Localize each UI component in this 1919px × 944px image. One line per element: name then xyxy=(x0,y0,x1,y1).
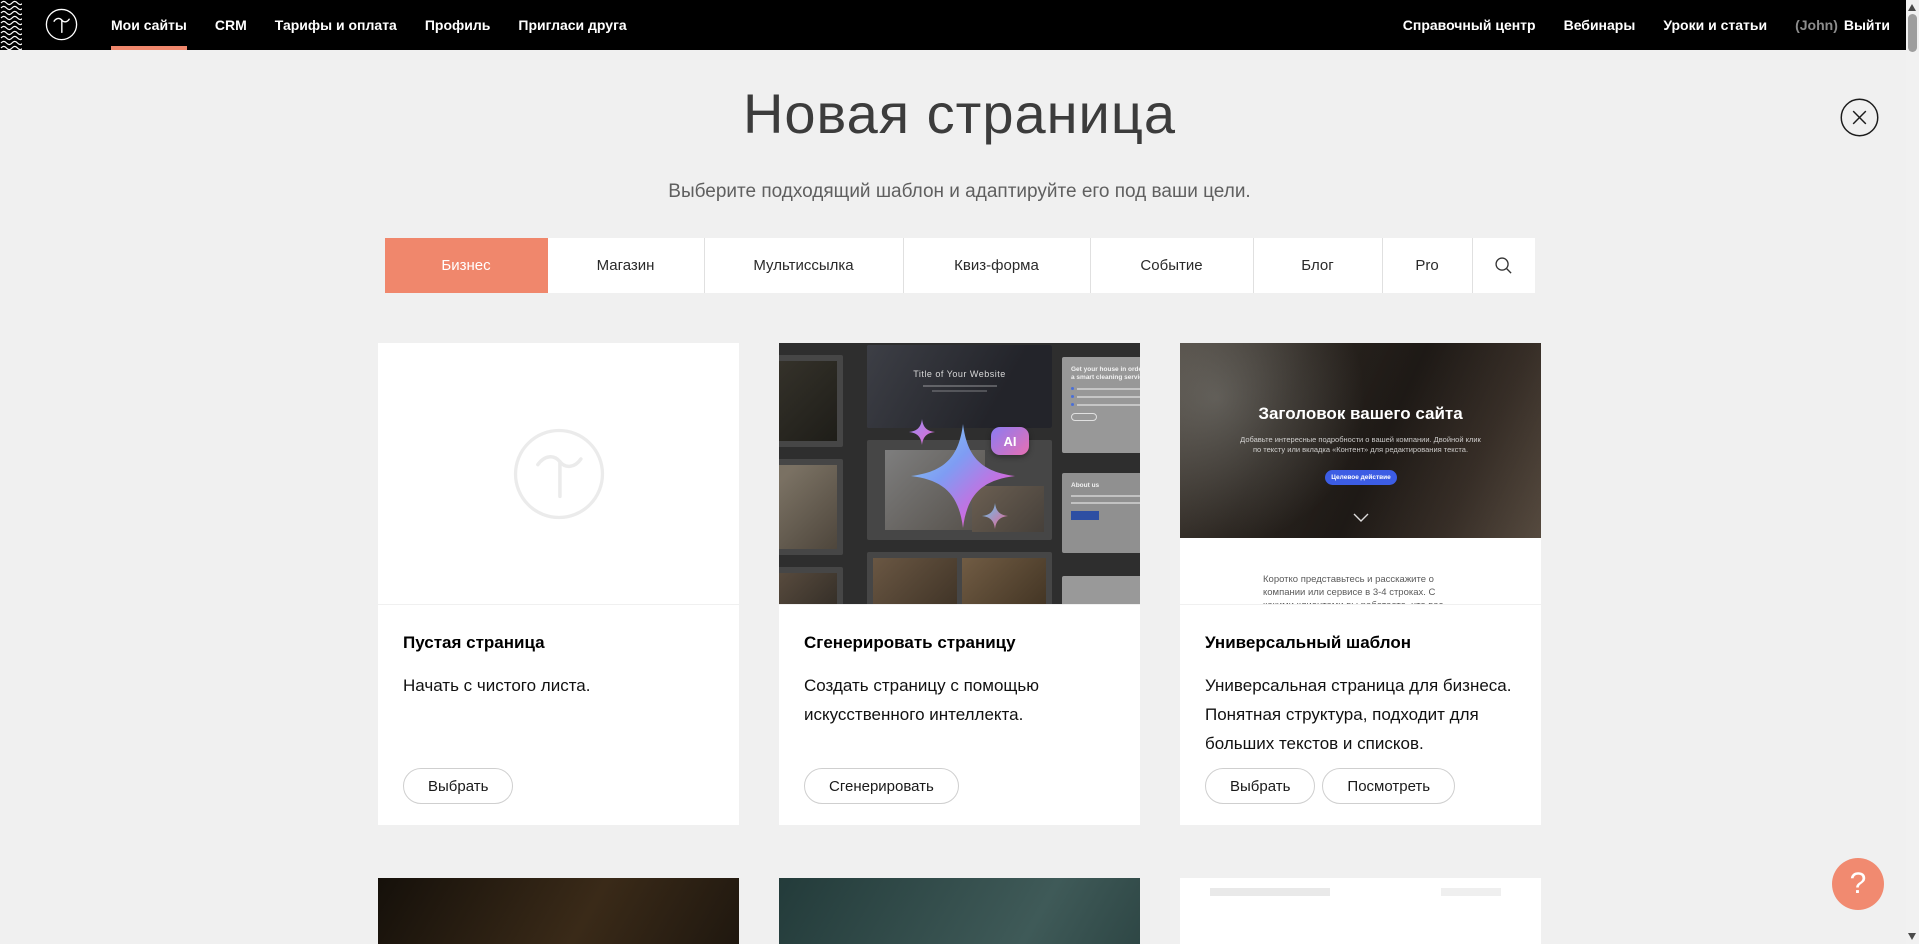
help-button[interactable]: ? xyxy=(1832,858,1884,910)
template-thumbnail: Title of Your Website xyxy=(867,345,1052,428)
card-row2-3 xyxy=(1180,878,1541,944)
template-thumbnail xyxy=(779,355,843,447)
template-preview[interactable] xyxy=(378,878,739,944)
active-nav-underline xyxy=(111,46,187,50)
hero-cta-button: Целевое действие xyxy=(1325,470,1397,485)
template-category-tabs: Бизнес Магазин Мультиссылка Квиз-форма С… xyxy=(385,238,1535,293)
tab-pro[interactable]: Pro xyxy=(1383,238,1473,293)
page-title: Новая страница xyxy=(0,86,1919,142)
secondary-nav: Справочный центр Вебинары Уроки и статьи… xyxy=(1403,0,1890,50)
tab-multilink[interactable]: Мультиссылка xyxy=(705,238,904,293)
thumbnail-heading: Get your house in order with a smart cle… xyxy=(1071,366,1140,382)
template-thumbnail: About us xyxy=(1062,473,1140,553)
card-row2-1 xyxy=(378,878,739,944)
user-name: (John) xyxy=(1795,17,1838,33)
template-hero: Заголовок вашего сайта Добавьте интересн… xyxy=(1180,343,1541,538)
tab-blog[interactable]: Блог xyxy=(1254,238,1383,293)
page-subtitle: Выберите подходящий шаблон и адаптируйте… xyxy=(0,182,1919,201)
search-icon xyxy=(1494,256,1513,275)
template-grid: Пустая страница Начать с чистого листа. … xyxy=(378,343,1541,944)
question-icon: ? xyxy=(1850,867,1867,901)
template-thumbnail xyxy=(1062,576,1140,605)
logout-label: Выйти xyxy=(1844,17,1890,33)
card-row2-2 xyxy=(779,878,1140,944)
chevron-down-icon xyxy=(1353,513,1369,523)
blank-page-preview[interactable] xyxy=(378,343,739,605)
nav-profile[interactable]: Профиль xyxy=(425,0,491,50)
hero-subtitle: Добавьте интересные подробности о вашей … xyxy=(1238,435,1483,455)
card-description: Начать с чистого листа. xyxy=(403,671,714,700)
template-thumbnail xyxy=(867,552,1052,605)
hero-title: Заголовок вашего сайта xyxy=(1180,404,1541,424)
generate-button[interactable]: Сгенерировать xyxy=(804,768,959,804)
tab-event[interactable]: Событие xyxy=(1091,238,1254,293)
nav-invite-friend[interactable]: Пригласи друга xyxy=(518,0,626,50)
choose-button[interactable]: Выбрать xyxy=(403,768,513,804)
tab-shop[interactable]: Магазин xyxy=(548,238,705,293)
card-title: Пустая страница xyxy=(403,633,714,653)
thumbnail-heading: About us xyxy=(1071,482,1140,490)
ai-generate-preview[interactable]: Title of Your Website Get your house in … xyxy=(779,343,1140,605)
nav-my-sites[interactable]: Мои сайты xyxy=(111,0,187,50)
nav-crm[interactable]: CRM xyxy=(215,0,247,50)
tilda-watermark-icon xyxy=(512,427,606,521)
card-description: Универсальная страница для бизнеса. Поня… xyxy=(1205,671,1516,758)
template-thumbnail xyxy=(779,459,843,555)
card-universal-template: Заголовок вашего сайта Добавьте интересн… xyxy=(1180,343,1541,825)
scrollbar[interactable] xyxy=(1906,0,1919,944)
tab-business[interactable]: Бизнес xyxy=(385,238,548,293)
thumbnail-title: Title of Your Website xyxy=(867,369,1052,379)
tilda-logo-icon[interactable] xyxy=(45,8,78,41)
card-title: Универсальный шаблон xyxy=(1205,633,1516,653)
nav-help-center[interactable]: Справочный центр xyxy=(1403,0,1536,50)
scrollbar-up-icon[interactable] xyxy=(1908,4,1916,11)
card-ai-generate: Title of Your Website Get your house in … xyxy=(779,343,1140,825)
choose-button[interactable]: Выбрать xyxy=(1205,768,1315,804)
template-preview[interactable] xyxy=(779,878,1140,944)
new-page-screen: Мои сайты CRM Тарифы и оплата Профиль Пр… xyxy=(0,0,1919,944)
close-icon xyxy=(1840,98,1879,137)
ai-sparkle-small-icon xyxy=(982,503,1008,529)
card-title: Сгенерировать страницу xyxy=(804,633,1115,653)
nav-tariffs[interactable]: Тарифы и оплата xyxy=(275,0,397,50)
search-tab[interactable] xyxy=(1473,238,1535,293)
card-blank-page: Пустая страница Начать с чистого листа. … xyxy=(378,343,739,825)
close-button[interactable] xyxy=(1840,98,1879,137)
nav-lessons[interactable]: Уроки и статьи xyxy=(1663,0,1767,50)
ai-sparkle-small-icon xyxy=(909,419,935,445)
tab-quiz-form[interactable]: Квиз-форма xyxy=(904,238,1091,293)
scrollbar-thumb[interactable] xyxy=(1908,14,1917,52)
primary-nav: Мои сайты CRM Тарифы и оплата Профиль Пр… xyxy=(111,0,627,50)
template-body-text: Коротко представьтесь и расскажите о ком… xyxy=(1263,573,1458,605)
zigzag-pattern-icon xyxy=(0,0,22,50)
ai-badge: AI xyxy=(991,427,1029,455)
universal-template-preview[interactable]: Заголовок вашего сайта Добавьте интересн… xyxy=(1180,343,1541,605)
template-thumbnail: Get your house in order with a smart cle… xyxy=(1062,357,1140,453)
nav-logout[interactable]: (John) Выйти xyxy=(1795,0,1890,50)
preview-button[interactable]: Посмотреть xyxy=(1322,768,1455,804)
top-nav: Мои сайты CRM Тарифы и оплата Профиль Пр… xyxy=(0,0,1906,50)
card-description: Создать страницу с помощью искусственног… xyxy=(804,671,1115,729)
nav-webinars[interactable]: Вебинары xyxy=(1564,0,1636,50)
template-thumbnail xyxy=(779,567,843,605)
template-preview[interactable] xyxy=(1180,878,1541,944)
scrollbar-down-icon[interactable] xyxy=(1908,933,1916,940)
